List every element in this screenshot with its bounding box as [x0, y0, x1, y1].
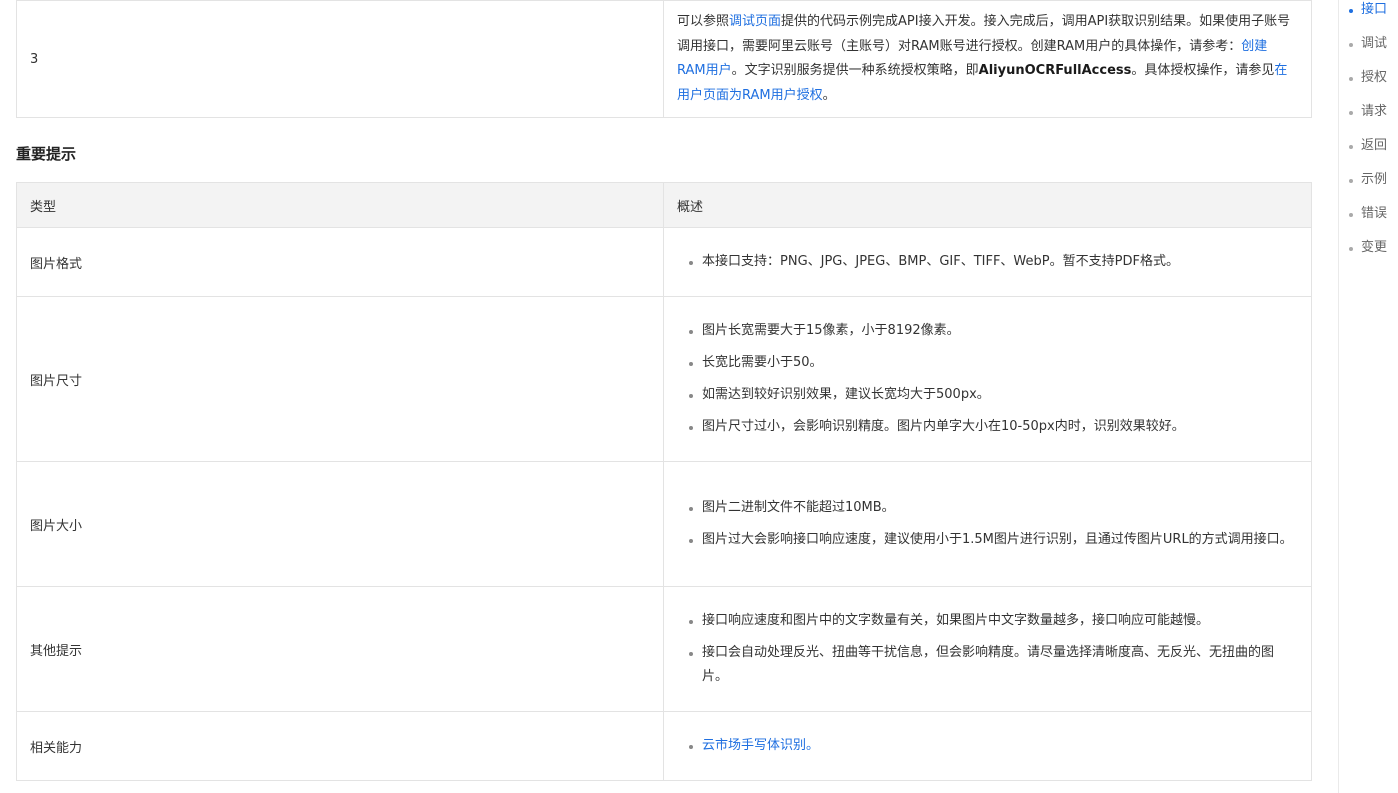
toc-item-request[interactable]: 请求 — [1348, 102, 1387, 122]
step-table: 3 可以参照调试页面提供的代码示例完成API接入开发。接入完成后，调用API获取… — [16, 0, 1312, 118]
table-of-contents: 接口 调试 授权 请求 返回 示例 错误 变更 — [1338, 0, 1398, 793]
debug-page-link[interactable]: 调试页面 — [729, 14, 781, 29]
list-item: 图片过大会影响接口响应速度，建议使用小于1.5M图片进行识别，且通过传图片URL… — [689, 528, 1293, 552]
bullet-list: 图片二进制文件不能超过10MB。 图片过大会影响接口响应速度，建议使用小于1.5… — [677, 496, 1293, 552]
row-overview: 本接口支持：PNG、JPG、JPEG、BMP、GIF、TIFF、WebP。暂不支… — [663, 227, 1312, 297]
bullet-list: 本接口支持：PNG、JPG、JPEG、BMP、GIF、TIFF、WebP。暂不支… — [677, 250, 1293, 274]
list-item: 本接口支持：PNG、JPG、JPEG、BMP、GIF、TIFF、WebP。暂不支… — [689, 250, 1293, 274]
step-text: 。 — [822, 87, 836, 103]
list-item: 接口响应速度和图片中的文字数量有关，如果图片中文字数量越多，接口响应可能越慢。 — [689, 609, 1293, 633]
toc-item-response[interactable]: 返回 — [1348, 136, 1387, 156]
bullet-list: 图片长宽需要大于15像素，小于8192像素。 长宽比需要小于50。 如需达到较好… — [677, 319, 1293, 439]
table-row: 其他提示 接口响应速度和图片中的文字数量有关，如果图片中文字数量越多，接口响应可… — [16, 586, 1312, 712]
bullet-list: 云市场手写体识别。 — [677, 734, 1293, 758]
handwriting-ocr-link[interactable]: 云市场手写体识别 — [702, 738, 806, 753]
toc-item-authorization[interactable]: 授权 — [1348, 68, 1387, 88]
toc-item-changelog[interactable]: 变更 — [1348, 238, 1387, 258]
step-text: 可以参照 — [677, 14, 730, 29]
row-overview: 图片二进制文件不能超过10MB。 图片过大会影响接口响应速度，建议使用小于1.5… — [663, 461, 1312, 587]
table-row: 图片格式 本接口支持：PNG、JPG、JPEG、BMP、GIF、TIFF、Web… — [16, 227, 1312, 297]
row-type: 图片大小 — [16, 461, 664, 587]
step-text: 。具体授权操作，请参见 — [1131, 63, 1275, 78]
link-suffix: 。 — [806, 738, 820, 753]
table-row: 图片大小 图片二进制文件不能超过10MB。 图片过大会影响接口响应速度，建议使用… — [16, 461, 1312, 587]
toc-item-debug[interactable]: 调试 — [1348, 34, 1387, 54]
table-row: 相关能力 云市场手写体识别。 — [16, 711, 1312, 781]
row-overview: 云市场手写体识别。 — [663, 711, 1312, 781]
list-item: 接口会自动处理反光、扭曲等干扰信息，但会影响精度。请尽量选择清晰度高、无反光、无… — [689, 641, 1293, 689]
toc-item-error[interactable]: 错误 — [1348, 204, 1387, 224]
table-row: 3 可以参照调试页面提供的代码示例完成API接入开发。接入完成后，调用API获取… — [16, 0, 1312, 118]
column-header-type: 类型 — [16, 182, 664, 228]
list-item: 图片长宽需要大于15像素，小于8192像素。 — [689, 319, 1293, 343]
policy-name: AliyunOCRFullAccess — [978, 63, 1132, 78]
list-item: 长宽比需要小于50。 — [689, 351, 1293, 375]
table-row: 图片尺寸 图片长宽需要大于15像素，小于8192像素。 长宽比需要小于50。 如… — [16, 296, 1312, 462]
list-item: 图片二进制文件不能超过10MB。 — [689, 496, 1293, 520]
row-overview: 接口响应速度和图片中的文字数量有关，如果图片中文字数量越多，接口响应可能越慢。 … — [663, 586, 1312, 712]
row-type: 图片尺寸 — [16, 296, 664, 462]
step-number: 3 — [16, 0, 664, 118]
step-description: 可以参照调试页面提供的代码示例完成API接入开发。接入完成后，调用API获取识别… — [663, 0, 1312, 118]
toc-item-interface[interactable]: 接口 — [1348, 0, 1387, 20]
bullet-list: 接口响应速度和图片中的文字数量有关，如果图片中文字数量越多，接口响应可能越慢。 … — [677, 609, 1293, 689]
row-type: 其他提示 — [16, 586, 664, 712]
row-type: 图片格式 — [16, 227, 664, 297]
list-item: 云市场手写体识别。 — [689, 734, 1293, 758]
row-overview: 图片长宽需要大于15像素，小于8192像素。 长宽比需要小于50。 如需达到较好… — [663, 296, 1312, 462]
tips-table: 类型 概述 图片格式 本接口支持：PNG、JPG、JPEG、BMP、GIF、TI… — [16, 182, 1312, 781]
table-header-row: 类型 概述 — [16, 182, 1312, 228]
main-content: 3 可以参照调试页面提供的代码示例完成API接入开发。接入完成后，调用API获取… — [16, 0, 1312, 781]
list-item: 图片尺寸过小，会影响识别精度。图片内单字大小在10-50px内时，识别效果较好。 — [689, 415, 1293, 439]
toc-item-example[interactable]: 示例 — [1348, 170, 1387, 190]
row-type: 相关能力 — [16, 711, 664, 781]
section-heading: 重要提示 — [16, 145, 77, 163]
column-header-overview: 概述 — [663, 182, 1312, 228]
list-item: 如需达到较好识别效果，建议长宽均大于500px。 — [689, 383, 1293, 407]
step-text: 。文字识别服务提供一种系统授权策略，即 — [731, 63, 979, 78]
